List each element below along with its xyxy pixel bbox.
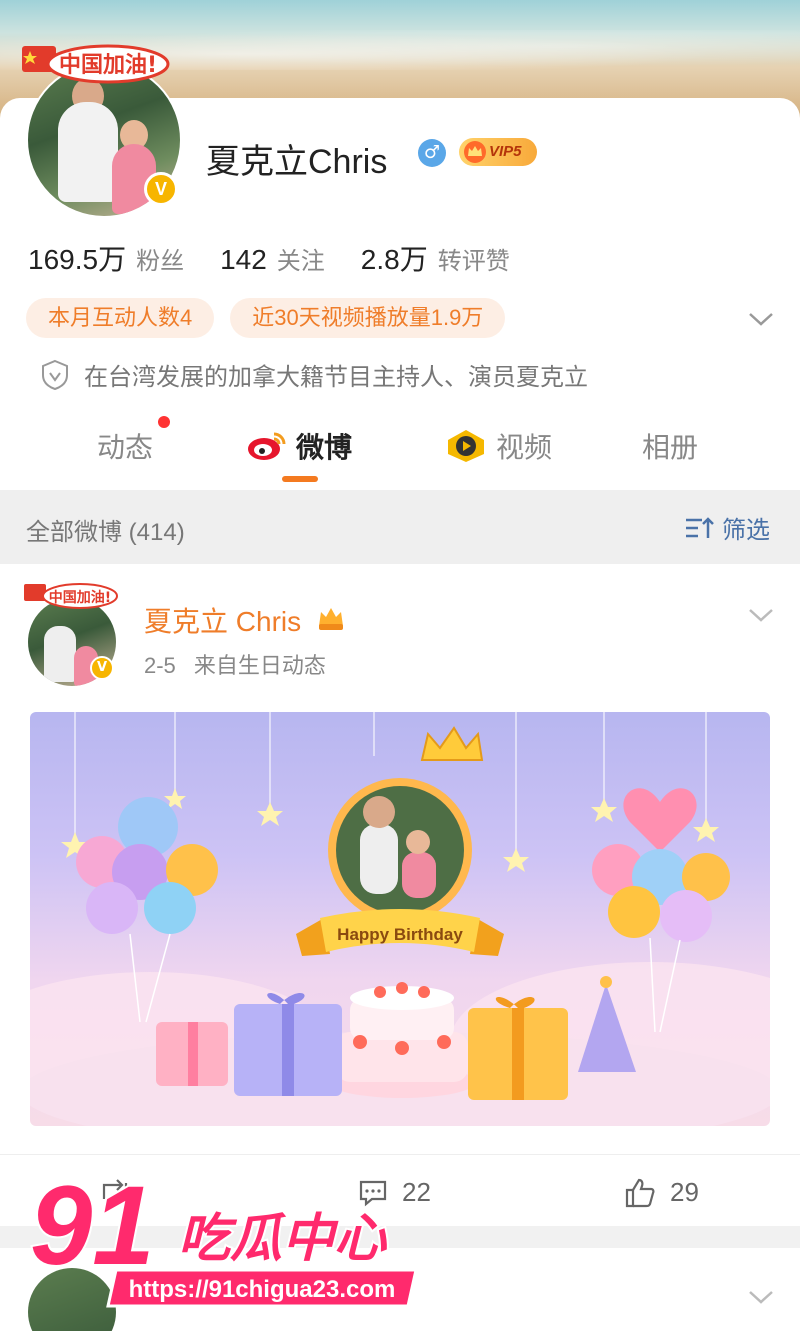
chevron-down-icon[interactable] xyxy=(746,1286,776,1308)
followers-count[interactable]: 169.5万 xyxy=(28,238,126,278)
male-icon: ♂ xyxy=(418,139,446,167)
vip-label: VIP5 xyxy=(489,143,522,160)
shield-icon xyxy=(42,359,68,390)
like-count: 29 xyxy=(670,1177,699,1207)
profile-chips: 本月互动人数4 近30天视频播放量1.9万 xyxy=(26,298,521,338)
happy-birthday-text: Happy Birthday xyxy=(337,925,463,944)
post-author-name[interactable]: 夏克立 Chris xyxy=(144,600,301,640)
tab-video[interactable]: 视频 xyxy=(496,426,552,466)
active-tab-indicator xyxy=(282,476,318,482)
filter-bar: 全部微博 (414) 筛选 xyxy=(0,490,800,564)
monthly-interaction-chip[interactable]: 本月互动人数4 xyxy=(26,298,215,338)
post-meta: 2-5 来自生日动态 xyxy=(144,648,326,680)
vip-crown-icon xyxy=(319,608,343,630)
unread-dot xyxy=(158,416,170,428)
tab-weibo[interactable]: 微博 xyxy=(296,426,352,466)
video-views-chip[interactable]: 近30天视频播放量1.9万 xyxy=(230,298,506,338)
post-source: 来自生日动态 xyxy=(193,653,326,678)
profile-name: 夏克立Chris xyxy=(206,143,388,181)
chevron-down-icon[interactable] xyxy=(746,306,776,330)
post-date: 2-5 xyxy=(144,653,176,678)
verified-badge: V xyxy=(144,172,178,206)
site-watermark: 91 吃瓜中心 https://91chigua23.com xyxy=(30,1161,418,1308)
verified-badge: V xyxy=(90,656,114,680)
engagement-label: 转评赞 xyxy=(437,248,510,275)
tab-album[interactable]: 相册 xyxy=(642,426,698,466)
weibo-post: 中国加油! V 夏克立 Chris 2-5 来自生日动态 Happy Birth… xyxy=(0,564,800,1226)
like-button[interactable]: 29 xyxy=(624,1177,699,1208)
watermark-name: 吃瓜中心 xyxy=(178,1209,388,1269)
weibo-profile-page: 中国加油! V 夏克立Chris ♂ VIP5 169.5万 粉丝 142 关注… xyxy=(0,0,800,1331)
bio-text: 在台湾发展的加拿大籍节目主持人、演员夏克立 xyxy=(84,364,588,391)
followers-label[interactable]: 粉丝 xyxy=(136,241,184,276)
weibo-logo-icon xyxy=(248,432,286,460)
cheer-text: 中国加油! xyxy=(49,589,111,606)
profile-stats: 169.5万 粉丝 142 关注 2.8万 转评赞 xyxy=(28,238,546,278)
following-label[interactable]: 关注 xyxy=(277,241,325,276)
filter-label: 筛选 xyxy=(722,517,770,544)
profile-tabs: 动态 微博 视频 相册 xyxy=(0,412,800,490)
thumbs-up-icon xyxy=(625,1178,655,1207)
china-cheer-badge: 中国加油! xyxy=(24,583,118,609)
chevron-down-icon[interactable] xyxy=(746,604,776,626)
birthday-card-image[interactable]: Happy Birthday xyxy=(30,712,770,1126)
watermark-url: https://91chigua23.com xyxy=(129,1276,396,1303)
profile-bio: 在台湾发展的加拿大籍节目主持人、演员夏克立 xyxy=(40,357,588,392)
filter-icon xyxy=(686,516,714,538)
filter-button[interactable]: 筛选 xyxy=(684,510,770,545)
following-count[interactable]: 142 xyxy=(220,244,267,276)
video-icon xyxy=(448,430,484,462)
china-cheer-badge: 中国加油! xyxy=(22,44,170,84)
engagement-count: 2.8万 xyxy=(360,244,428,275)
crown-icon xyxy=(464,141,486,163)
vip-badge[interactable]: VIP5 xyxy=(459,138,537,166)
birthday-illustration: Happy Birthday xyxy=(30,712,770,1126)
all-weibo-count: 全部微博 (414) xyxy=(26,519,185,546)
tab-activity[interactable]: 动态 xyxy=(97,426,153,466)
cheer-text: 中国加油! xyxy=(59,53,157,78)
